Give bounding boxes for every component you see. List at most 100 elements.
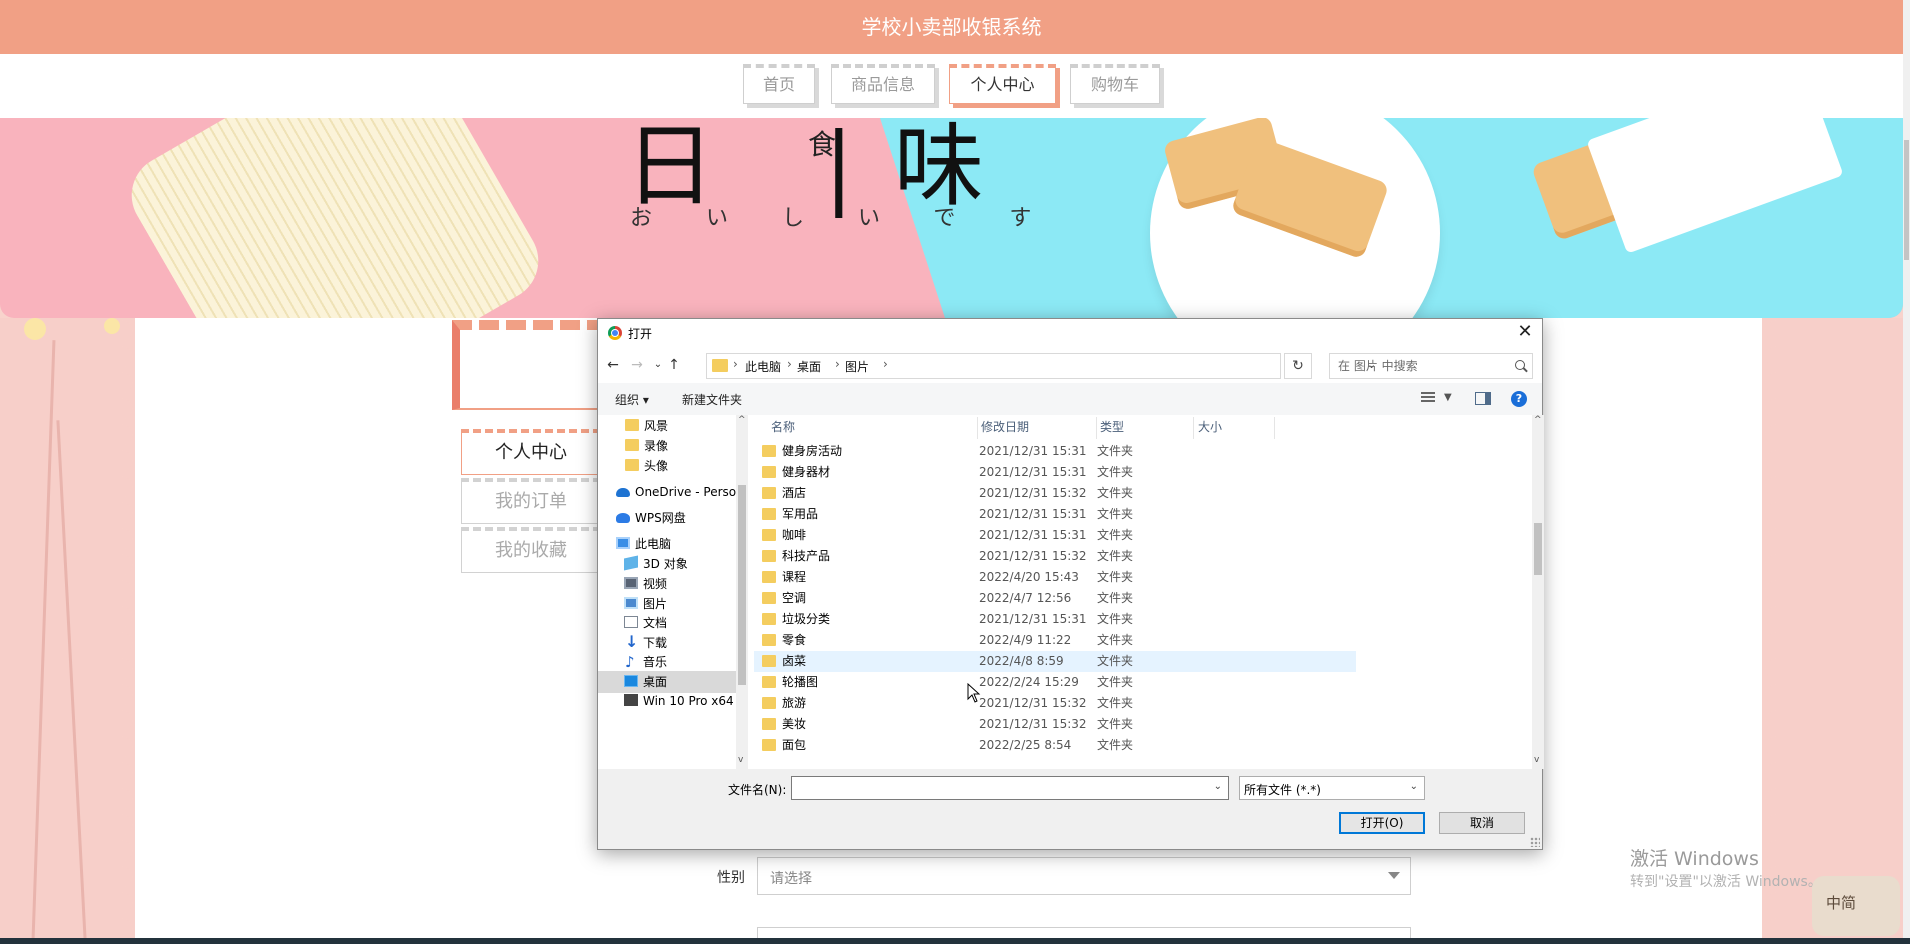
tree-item[interactable]: OneDrive - Perso	[598, 481, 736, 503]
file-list-scrollbar[interactable]: ^ v	[1532, 415, 1544, 769]
forward-arrow-icon[interactable]: →	[627, 355, 647, 375]
organize-menu[interactable]: 组织 ▾	[615, 391, 649, 408]
help-icon[interactable]: ?	[1511, 391, 1527, 407]
sidebar-item-personal-center[interactable]: 个人中心	[461, 429, 601, 475]
column-divider[interactable]	[1096, 417, 1097, 439]
file-row[interactable]: 空调 2022/4/7 12:56 文件夹	[754, 588, 1356, 609]
folder-icon	[762, 571, 776, 583]
column-header-size[interactable]: 大小	[1198, 415, 1222, 439]
tree-item[interactable]: 视频	[598, 573, 736, 595]
scrollbar-thumb[interactable]	[738, 485, 746, 685]
breadcrumb-pictures[interactable]: 图片	[845, 358, 869, 375]
new-folder-button[interactable]: 新建文件夹	[682, 391, 742, 408]
file-row[interactable]: 健身房活动 2021/12/31 15:31 文件夹	[754, 441, 1356, 462]
chevron-right-icon: ›	[883, 357, 888, 371]
tree-item[interactable]: WPS网盘	[598, 507, 736, 529]
tree-item[interactable]: 文档	[598, 612, 736, 634]
column-divider[interactable]	[1193, 417, 1194, 439]
back-arrow-icon[interactable]: ←	[603, 355, 623, 375]
address-bar[interactable]: › 此电脑 › 桌面 › 图片 › ⌄	[706, 353, 1376, 379]
file-row[interactable]: 旅游 2021/12/31 15:32 文件夹	[754, 693, 1356, 714]
cancel-button[interactable]: 取消	[1439, 812, 1525, 834]
breadcrumb-this-pc[interactable]: 此电脑	[745, 358, 781, 375]
chevron-down-icon: ⌄	[1409, 781, 1418, 792]
file-modified-date: 2021/12/31 15:32	[979, 486, 1087, 500]
tab-home[interactable]: 首页	[743, 64, 815, 104]
sidebar-item-my-favorites[interactable]: 我的收藏	[461, 527, 601, 573]
resize-grip-icon[interactable]	[1530, 837, 1540, 847]
chevron-down-icon[interactable]: ▼	[1444, 392, 1452, 403]
refresh-icon[interactable]: ↻	[1284, 353, 1312, 379]
search-input[interactable]	[1330, 354, 1510, 378]
file-list: ^ 名称 修改日期 类型 大小 健身房活动 2021/12/31 15:31 文件夹…	[750, 415, 1532, 769]
file-row[interactable]: 健身器材 2021/12/31 15:31 文件夹	[754, 462, 1356, 483]
file-modified-date: 2022/2/24 15:29	[979, 675, 1079, 689]
file-row[interactable]: 咖啡 2021/12/31 15:31 文件夹	[754, 525, 1356, 546]
avatar-panel	[452, 320, 607, 410]
scrollbar-thumb[interactable]	[1534, 523, 1542, 575]
file-row[interactable]: 课程 2022/4/20 15:43 文件夹	[754, 567, 1356, 588]
gender-select[interactable]: 请选择	[757, 857, 1411, 895]
column-divider[interactable]	[1274, 417, 1275, 439]
chevron-right-icon: ›	[787, 357, 792, 371]
gender-label: 性别	[717, 870, 745, 886]
file-row[interactable]: 轮播图 2022/2/24 15:29 文件夹	[754, 672, 1356, 693]
column-header-type[interactable]: 类型	[1100, 415, 1124, 439]
tree-item[interactable]: Win 10 Pro x64	[598, 690, 736, 712]
up-arrow-icon[interactable]: ↑	[664, 355, 684, 375]
sidebar-item-my-orders[interactable]: 我的订单	[461, 478, 601, 524]
file-row[interactable]: 垃圾分类 2021/12/31 15:31 文件夹	[754, 609, 1356, 630]
tree-item[interactable]: 此电脑	[598, 533, 736, 555]
page-scrollbar[interactable]	[1903, 0, 1910, 944]
search-box[interactable]	[1329, 353, 1533, 379]
file-row[interactable]: 零食 2022/4/9 11:22 文件夹	[754, 630, 1356, 651]
file-name: 卤菜	[782, 654, 807, 668]
ime-indicator[interactable]: 中简	[1812, 876, 1900, 936]
dialog-titlebar[interactable]: 打开 ✕	[598, 319, 1542, 347]
tree-item[interactable]: 音乐	[598, 651, 736, 673]
windows-activation-title: 激活 Windows	[1630, 848, 1759, 870]
dialog-title: 打开	[628, 327, 653, 341]
onedrive-icon	[616, 488, 630, 497]
decor-dot	[104, 318, 120, 334]
chevron-down-icon[interactable]: v	[1534, 755, 1539, 765]
file-type: 文件夹	[1097, 549, 1134, 563]
navigation-scrollbar[interactable]: ^ v	[736, 415, 748, 769]
search-icon[interactable]	[1515, 360, 1525, 370]
tree-item-label: 3D 对象	[643, 557, 688, 571]
file-modified-date: 2022/2/25 8:54	[979, 738, 1072, 752]
filetype-select[interactable]: 所有文件 (*.*) ⌄	[1239, 776, 1425, 800]
folder-icon	[712, 359, 728, 372]
breadcrumb-desktop[interactable]: 桌面	[797, 358, 821, 375]
tab-cart[interactable]: 购物车	[1070, 64, 1160, 104]
tree-item[interactable]: 头像	[598, 455, 736, 477]
file-row[interactable]: 面包 2022/2/25 8:54 文件夹	[754, 735, 1356, 756]
tab-products[interactable]: 商品信息	[831, 64, 935, 104]
filename-input[interactable]: ⌄	[791, 776, 1229, 800]
chevron-down-icon[interactable]: v	[738, 755, 743, 765]
file-row[interactable]: 军用品 2021/12/31 15:31 文件夹	[754, 504, 1356, 525]
column-header-name[interactable]: 名称	[771, 415, 795, 439]
file-row[interactable]: 酒店 2021/12/31 15:32 文件夹	[754, 483, 1356, 504]
chevron-up-icon[interactable]: ^	[738, 415, 746, 425]
file-row[interactable]: 科技产品 2021/12/31 15:32 文件夹	[754, 546, 1356, 567]
preview-pane-icon[interactable]	[1475, 392, 1491, 405]
tree-item[interactable]: 风景	[598, 415, 736, 437]
tree-item-label: 音乐	[643, 655, 668, 669]
chevron-down-icon[interactable]: ⌄	[1214, 781, 1222, 792]
chevron-up-icon[interactable]: ^	[1534, 415, 1542, 425]
view-options-icon[interactable]	[1421, 392, 1435, 404]
file-name: 旅游	[782, 696, 807, 710]
tree-item[interactable]: 3D 对象	[598, 553, 736, 575]
address-row: ← → ⌄ ↑ › 此电脑 › 桌面 › 图片 › ⌄ ↻	[598, 351, 1542, 381]
file-name: 健身房活动	[782, 444, 843, 458]
tab-personal-center[interactable]: 个人中心	[949, 64, 1056, 104]
close-button[interactable]: ✕	[1512, 321, 1538, 343]
open-button[interactable]: 打开(O)	[1339, 812, 1425, 834]
column-header-date[interactable]: 修改日期	[981, 415, 1029, 439]
file-row[interactable]: 卤菜 2022/4/8 8:59 文件夹	[754, 651, 1356, 672]
tree-item[interactable]: 录像	[598, 435, 736, 457]
column-divider[interactable]	[977, 417, 978, 439]
page-scrollbar-thumb[interactable]	[1904, 140, 1909, 260]
file-row[interactable]: 美妆 2021/12/31 15:32 文件夹	[754, 714, 1356, 735]
